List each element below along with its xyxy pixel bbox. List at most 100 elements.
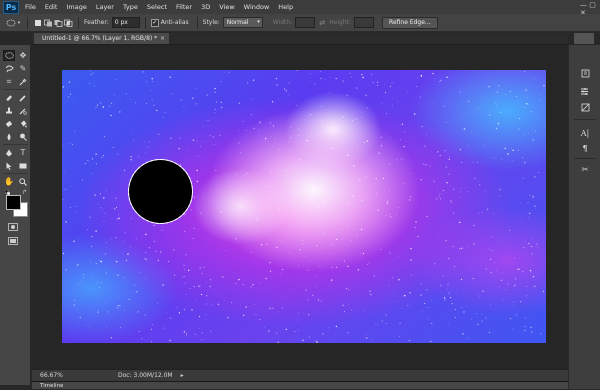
star-dot	[520, 301, 521, 302]
menu-help[interactable]: Help	[278, 3, 293, 11]
star-dot	[264, 186, 265, 187]
star-dot	[449, 324, 450, 325]
menu-view[interactable]: View	[219, 3, 234, 11]
foreground-color-swatch[interactable]	[6, 195, 21, 210]
document-tab[interactable]: Untitled-1 @ 66.7% (Layer 1, RGB/8) * ×	[34, 33, 169, 44]
menu-window[interactable]: Window	[244, 3, 270, 11]
clone-stamp-icon[interactable]	[3, 105, 15, 116]
divider	[27, 17, 28, 29]
crop-icon[interactable]: ⌗	[3, 76, 15, 87]
quick-mask-icon[interactable]	[8, 223, 18, 231]
refine-edge-button[interactable]: Refine Edge...	[382, 17, 438, 29]
star-dot	[318, 164, 319, 165]
menu-3d[interactable]: 3D	[201, 3, 210, 11]
pen-icon[interactable]	[3, 147, 15, 158]
star-dot	[212, 305, 213, 306]
star-dot	[525, 107, 526, 108]
star-dot	[482, 212, 483, 213]
star-dot	[286, 329, 287, 330]
star-dot	[533, 140, 534, 141]
star-dot	[512, 328, 513, 329]
star-dot	[379, 153, 380, 154]
star-dot	[195, 88, 196, 89]
new-selection-icon[interactable]	[33, 18, 43, 28]
menu-edit[interactable]: Edit	[45, 3, 58, 11]
height-input[interactable]	[354, 17, 374, 28]
document-size-info[interactable]: Doc: 3.00M/12.0M	[118, 372, 173, 379]
menu-layer[interactable]: Layer	[96, 3, 114, 11]
screen-mode-icon[interactable]	[8, 237, 18, 245]
star-dot	[449, 159, 450, 160]
width-input[interactable]	[295, 17, 315, 28]
star-dot	[284, 211, 285, 212]
zoom-level-field[interactable]: 66.67%	[32, 372, 62, 379]
star-dot	[347, 266, 348, 267]
chevron-down-icon[interactable]: ▾	[16, 18, 22, 28]
star-dot	[286, 90, 287, 91]
star-dot	[202, 273, 203, 274]
elliptical-marquee-icon[interactable]	[3, 50, 15, 61]
swap-width-height-icon[interactable]: ⇄	[315, 18, 329, 28]
dodge-icon[interactable]	[17, 131, 29, 142]
swap-colors-icon[interactable]: ↱	[22, 189, 27, 196]
star-dot	[115, 237, 116, 238]
move-icon[interactable]: ✥	[17, 50, 29, 61]
history-brush-icon[interactable]	[17, 105, 29, 116]
menu-file[interactable]: File	[25, 3, 36, 11]
healing-brush-icon[interactable]	[3, 92, 15, 103]
eraser-icon[interactable]	[3, 118, 15, 129]
adjustments-icon[interactable]	[578, 101, 592, 113]
style-select[interactable]: Normal▾	[223, 17, 263, 28]
elliptical-selection[interactable]	[128, 159, 193, 224]
paragraph-icon[interactable]: ¶	[578, 142, 592, 154]
quick-selection-icon[interactable]: ✎	[17, 63, 29, 74]
star-dot	[291, 150, 292, 151]
star-dot	[524, 71, 525, 72]
star-dot	[117, 275, 118, 276]
star-dot	[438, 236, 439, 237]
subtract-from-selection-icon[interactable]	[53, 18, 63, 28]
star-dot	[509, 230, 510, 231]
antialias-checkbox[interactable]: ✓	[151, 19, 159, 27]
star-dot	[341, 164, 342, 165]
star-dot	[65, 269, 66, 270]
rectangle-shape-icon[interactable]	[17, 160, 29, 171]
feather-label: Feather:	[84, 19, 109, 26]
star-dot	[276, 78, 277, 79]
menu-select[interactable]: Select	[147, 3, 167, 11]
feather-input[interactable]: 0 px	[112, 17, 140, 28]
star-dot	[87, 160, 88, 161]
tool-presets-icon[interactable]: ✂	[578, 163, 592, 175]
hand-icon[interactable]: ✋	[3, 176, 15, 187]
close-icon[interactable]: ×	[160, 33, 165, 44]
timeline-panel[interactable]: Timeline	[32, 381, 568, 389]
zoom-icon[interactable]	[17, 176, 29, 187]
elliptical-marquee-preset-icon[interactable]	[6, 18, 16, 28]
star-dot	[157, 303, 158, 304]
panel-collapse-strip[interactable]	[574, 33, 594, 44]
type-icon[interactable]: T	[17, 147, 29, 158]
history-icon[interactable]	[578, 67, 592, 79]
path-selection-icon[interactable]	[3, 160, 15, 171]
star-dot	[264, 327, 265, 328]
star-dot	[494, 158, 495, 159]
brush-icon[interactable]	[17, 92, 29, 103]
eyedropper-icon[interactable]	[17, 76, 29, 87]
layers-icon[interactable]	[578, 85, 592, 97]
intersect-selection-icon[interactable]	[63, 18, 73, 28]
status-menu-icon[interactable]: ▸	[181, 372, 184, 379]
star-dot	[245, 130, 246, 131]
paint-bucket-icon[interactable]	[17, 118, 29, 129]
character-icon[interactable]: A|	[578, 127, 592, 139]
star-dot	[106, 327, 107, 328]
blur-icon[interactable]	[3, 131, 15, 142]
document-canvas[interactable]	[62, 70, 546, 343]
menu-filter[interactable]: Filter	[176, 3, 192, 11]
lasso-icon[interactable]	[3, 63, 15, 74]
star-dot	[331, 279, 332, 280]
menu-type[interactable]: Type	[123, 3, 138, 11]
star-dot	[243, 315, 244, 316]
add-to-selection-icon[interactable]	[43, 18, 53, 28]
menu-image[interactable]: Image	[66, 3, 86, 11]
star-dot	[236, 283, 237, 284]
